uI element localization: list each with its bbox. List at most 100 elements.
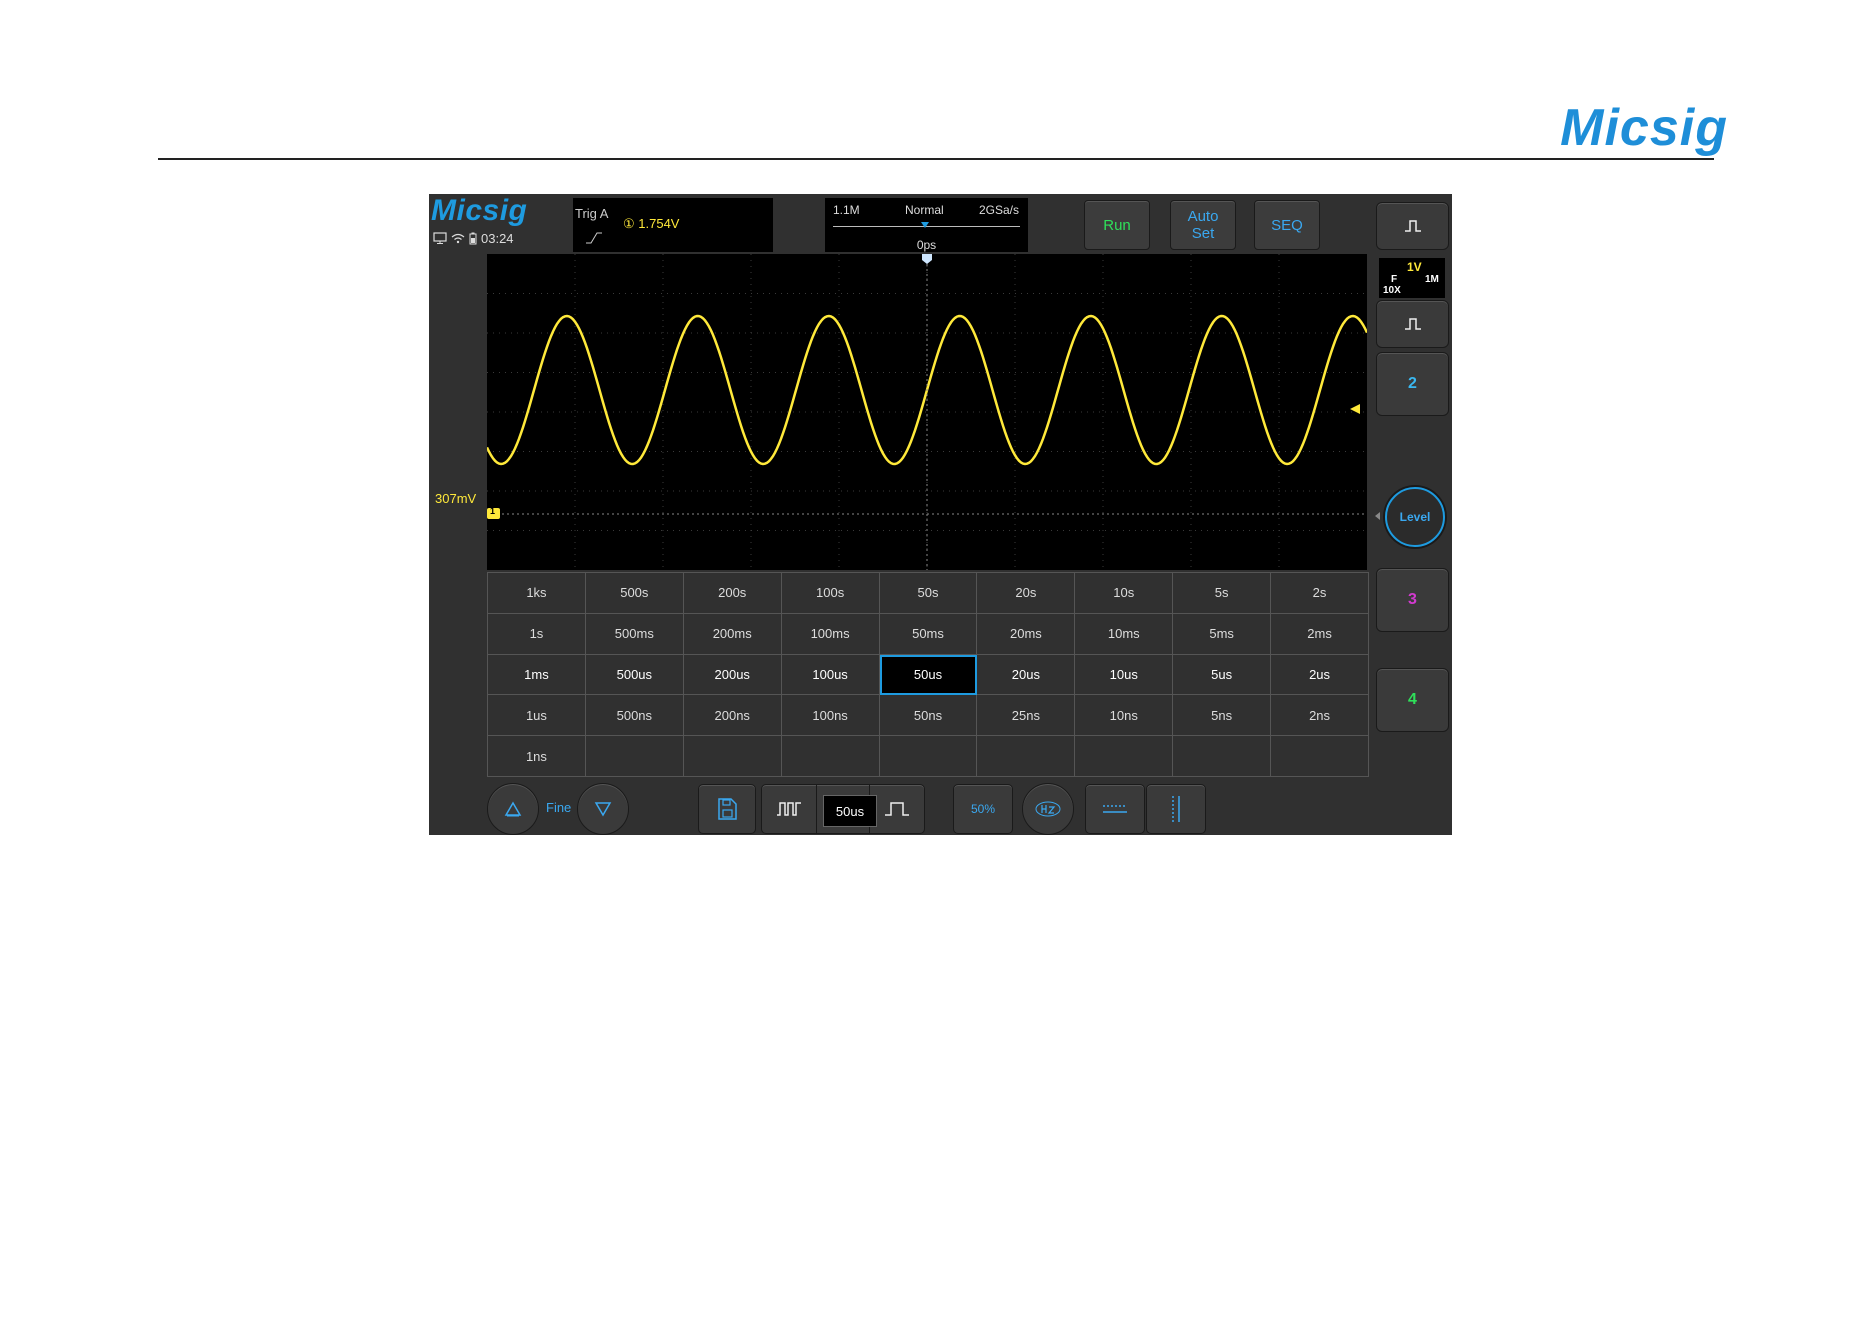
timebase-option[interactable]: 200s [683, 573, 782, 614]
timebase-option[interactable]: 50us [879, 654, 978, 696]
timebase-option[interactable]: 200ms [683, 613, 782, 655]
header-rule [158, 158, 1714, 160]
waveform-display[interactable]: 1 [487, 254, 1367, 570]
timebase-option[interactable]: 100s [781, 573, 880, 614]
timebase-empty-cell [977, 736, 1076, 777]
rising-edge-icon [586, 232, 602, 244]
timebase-option[interactable]: 1ns [488, 736, 586, 777]
graticule [487, 254, 1367, 570]
timebase-option[interactable]: 5us [1173, 654, 1272, 696]
timebase-option[interactable]: 200us [683, 654, 782, 696]
trigger-level-marker [1350, 404, 1360, 414]
horizontal-cursor-button[interactable] [1085, 784, 1145, 834]
vertical-cursor-icon [1172, 796, 1180, 822]
pulse-icon [1404, 220, 1421, 232]
seq-button[interactable]: SEQ [1254, 200, 1320, 250]
horizontal-cursor-icon [1103, 805, 1127, 813]
timebase-option[interactable]: 10us [1075, 654, 1174, 696]
timebase-option[interactable]: 1ks [488, 573, 586, 614]
level-pointer [1375, 512, 1380, 520]
timebase-option[interactable]: 1us [488, 695, 586, 737]
timebase-option[interactable]: 1s [488, 613, 586, 655]
timebase-option[interactable]: 20ms [977, 613, 1076, 655]
pulse-icon [885, 802, 909, 816]
trigger-info-panel[interactable]: Trig A ① 1.754V [573, 198, 773, 252]
status-bar: 03:24 [433, 230, 514, 246]
monitor-icon [433, 232, 447, 244]
trigger-time-marker [922, 254, 932, 264]
sample-rate: 2GSa/s [979, 203, 1020, 217]
ch1-offset-label: 307mV [435, 491, 477, 506]
timebase-option[interactable]: 10ms [1075, 613, 1174, 655]
timebase-value: 50us [823, 795, 877, 827]
fine-down-button[interactable] [577, 783, 629, 835]
auto-set-button[interactable]: Auto Set [1170, 200, 1236, 250]
fifty-percent-label: 50% [970, 802, 996, 816]
ch1-ground-marker-label: 1 [490, 506, 496, 516]
timebase-empty-cell [1173, 736, 1272, 777]
timebase-empty-cell [683, 736, 782, 777]
timebase-option[interactable]: 1ms [488, 654, 586, 696]
run-button[interactable]: Run [1084, 200, 1150, 250]
auto-set-label: Auto Set [1187, 208, 1219, 242]
vertical-cursor-button[interactable] [1146, 784, 1206, 834]
timebase-option[interactable]: 100ns [781, 695, 880, 737]
timebase-option[interactable]: 500us [585, 654, 684, 696]
trigger-position-marker [921, 222, 929, 228]
ch1-button-bottom[interactable] [1376, 300, 1449, 348]
timebase-option[interactable]: 50ns [879, 695, 978, 737]
save-button[interactable] [698, 784, 756, 834]
timebase-option[interactable]: 500ms [585, 613, 684, 655]
timebase-option[interactable]: 2ms [1271, 613, 1369, 655]
trigger-level-value: ① 1.754V [623, 216, 680, 231]
timebase-option[interactable]: 5s [1173, 573, 1272, 614]
timebase-decrease-button[interactable] [762, 785, 817, 833]
timebase-option[interactable]: 2s [1271, 573, 1369, 614]
timebase-option[interactable]: 500ns [585, 695, 684, 737]
acquisition-panel[interactable]: 1.1M Normal 2GSa/s 0ps [825, 198, 1028, 252]
pulse-train-icon [777, 802, 801, 816]
timebase-option[interactable]: 500s [585, 573, 684, 614]
timebase-option[interactable]: 100us [781, 654, 880, 696]
timebase-empty-cell [879, 736, 978, 777]
timebase-option[interactable]: 50ms [879, 613, 978, 655]
timebase-option[interactable]: 20s [977, 573, 1076, 614]
fine-label: Fine [546, 800, 572, 815]
timebase-option[interactable]: 5ms [1173, 613, 1272, 655]
oscilloscope-screen: Micsig 03:24 Trig A ① 1.754V 1.1M Normal… [429, 194, 1452, 835]
memory-depth: 1.1M [833, 203, 860, 217]
timebase-option[interactable]: 2us [1271, 654, 1369, 696]
timebase-empty-cell [585, 736, 684, 777]
timebase-option[interactable]: 10ns [1075, 695, 1174, 737]
hertz-icon [1035, 801, 1061, 817]
ch1-button-top[interactable] [1376, 202, 1449, 250]
save-icon [718, 798, 737, 820]
horizontal-position: 0ps [916, 238, 937, 252]
timebase-increase-button[interactable] [869, 785, 924, 833]
timebase-selector[interactable]: 1ks 500s 200s 100s 50s 20s 10s 5s 2s 1s 500ms 200ms… [487, 572, 1369, 777]
fine-up-button[interactable] [487, 783, 539, 835]
acquisition-mode: Normal [905, 203, 944, 217]
ch2-button[interactable]: 2 [1376, 352, 1449, 416]
pulse-icon [1404, 318, 1421, 330]
timebase-option[interactable]: 2ns [1271, 695, 1369, 737]
ch1-settings[interactable]: 1V F 1M 10X [1379, 258, 1445, 298]
timebase-empty-cell [1075, 736, 1174, 777]
ch1-probe: 10X [1383, 285, 1401, 296]
timebase-option[interactable]: 50s [879, 573, 978, 614]
fifty-percent-button[interactable]: 50% [953, 784, 1013, 834]
timebase-option[interactable]: 25ns [977, 695, 1076, 737]
timebase-empty-cell [1271, 736, 1369, 777]
timebase-option[interactable]: 20us [977, 654, 1076, 696]
frequency-counter-button[interactable] [1022, 783, 1074, 835]
timebase-option[interactable]: 200ns [683, 695, 782, 737]
wifi-icon [451, 233, 465, 244]
timebase-option[interactable]: 100ms [781, 613, 880, 655]
ch4-button[interactable]: 4 [1376, 668, 1449, 732]
trigger-level-knob[interactable]: Level [1385, 487, 1445, 547]
ch3-button[interactable]: 3 [1376, 568, 1449, 632]
ch1-coupling: F [1391, 274, 1398, 285]
timebase-option[interactable]: 10s [1075, 573, 1174, 614]
timebase-option[interactable]: 5ns [1173, 695, 1272, 737]
scope-logo: Micsig [431, 194, 528, 227]
